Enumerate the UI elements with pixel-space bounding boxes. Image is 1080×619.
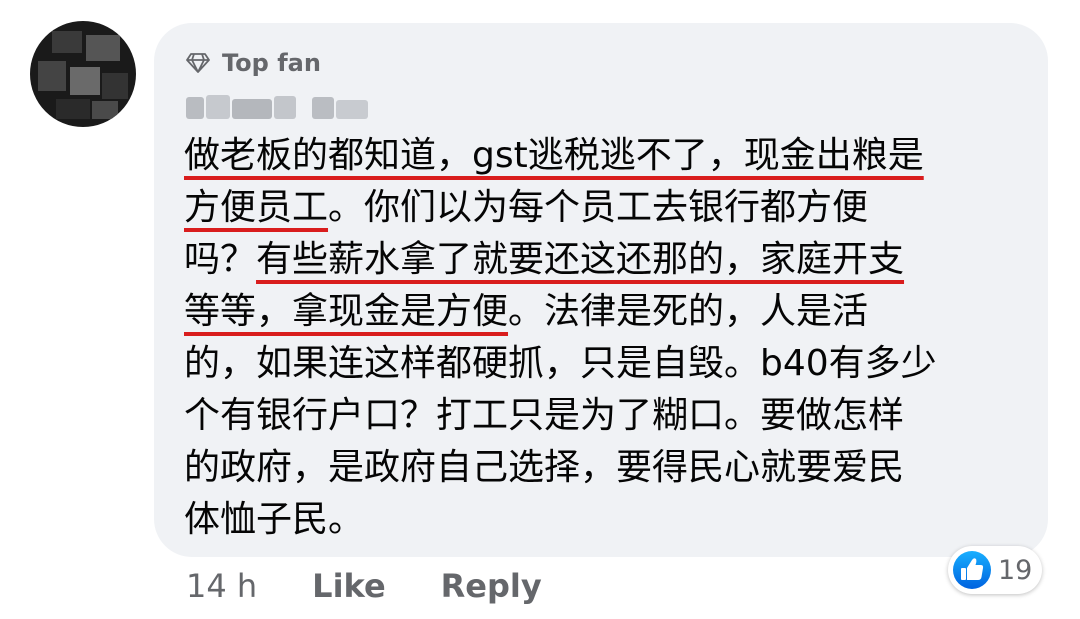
comment-text: 做老板的都知道，gst逃税逃不了，现金出粮是 方便员工。你们以为每个员工去银行都方… — [184, 130, 1024, 546]
reply-button[interactable]: Reply — [441, 567, 542, 605]
like-thumb-icon — [953, 551, 991, 589]
timestamp[interactable]: 14 h — [186, 567, 257, 605]
avatar-pixel — [102, 73, 128, 99]
badge-label: Top fan — [222, 49, 321, 77]
reaction-count: 19 — [998, 554, 1033, 586]
redacted-block — [336, 100, 368, 119]
avatar-pixel — [70, 67, 100, 95]
comment-bubble: Top fan 做老板的都知道，gst逃税逃不了，现金出粮是 方便员工。你们以为每… — [154, 23, 1048, 557]
comment-text-segment: 。你们以为每个员工去银行都方便 — [328, 187, 869, 228]
comment-text-segment: 体恤子民。 — [184, 499, 365, 540]
comment-line: 等等，拿现金是方便。法律是死的，人是活 — [184, 286, 1024, 338]
avatar-pixel — [56, 99, 90, 119]
redacted-block — [206, 95, 230, 119]
author-name-redacted[interactable] — [184, 91, 370, 123]
diamond-icon — [186, 53, 210, 73]
redacted-block — [232, 99, 272, 119]
comment-line: 体恤子民。 — [184, 494, 1024, 546]
comment-text-segment: 的，如果连这样都硬抓，只是自毁。b40有多少 — [184, 343, 937, 384]
comment-line: 做老板的都知道，gst逃税逃不了，现金出粮是 — [184, 130, 1024, 182]
highlighted-text: 方便员工 — [184, 187, 329, 228]
comment-text-segment: 吗？ — [184, 239, 257, 280]
comment-line: 个有银行户口？打工只是为了糊口。要做怎样 — [184, 390, 1024, 442]
comment-actions: 14 h Like Reply — [186, 562, 542, 610]
highlighted-text: 等等，拿现金是方便 — [184, 291, 509, 332]
highlighted-text: 做老板的都知道，gst逃税逃不了，现金出粮是 — [184, 135, 924, 176]
avatar-pixel — [86, 35, 120, 61]
comment-text-segment: 个有银行户口？打工只是为了糊口。要做怎样 — [184, 395, 905, 436]
avatar-pixel — [92, 101, 118, 119]
avatar-pixel — [38, 61, 66, 91]
reaction-summary[interactable]: 19 — [948, 546, 1043, 594]
highlighted-text: 有些薪水拿了就要还这还那的，家庭开支 — [256, 239, 905, 280]
redacted-block — [186, 97, 204, 119]
avatar[interactable] — [30, 21, 136, 127]
like-button[interactable]: Like — [312, 567, 385, 605]
avatar-pixel — [52, 31, 82, 53]
comment-line: 方便员工。你们以为每个员工去银行都方便 — [184, 182, 1024, 234]
comment-line: 的，如果连这样都硬抓，只是自毁。b40有多少 — [184, 338, 1024, 390]
comment-line: 吗？有些薪水拿了就要还这还那的，家庭开支 — [184, 234, 1024, 286]
comment-line: 的政府，是政府自己选择，要得民心就要爱民 — [184, 442, 1024, 494]
comment-text-segment: 的政府，是政府自己选择，要得民心就要爱民 — [184, 447, 905, 488]
redacted-block — [274, 96, 296, 119]
comment-text-segment: 。法律是死的，人是活 — [508, 291, 869, 332]
redacted-block — [312, 97, 334, 119]
top-fan-badge: Top fan — [186, 47, 321, 79]
